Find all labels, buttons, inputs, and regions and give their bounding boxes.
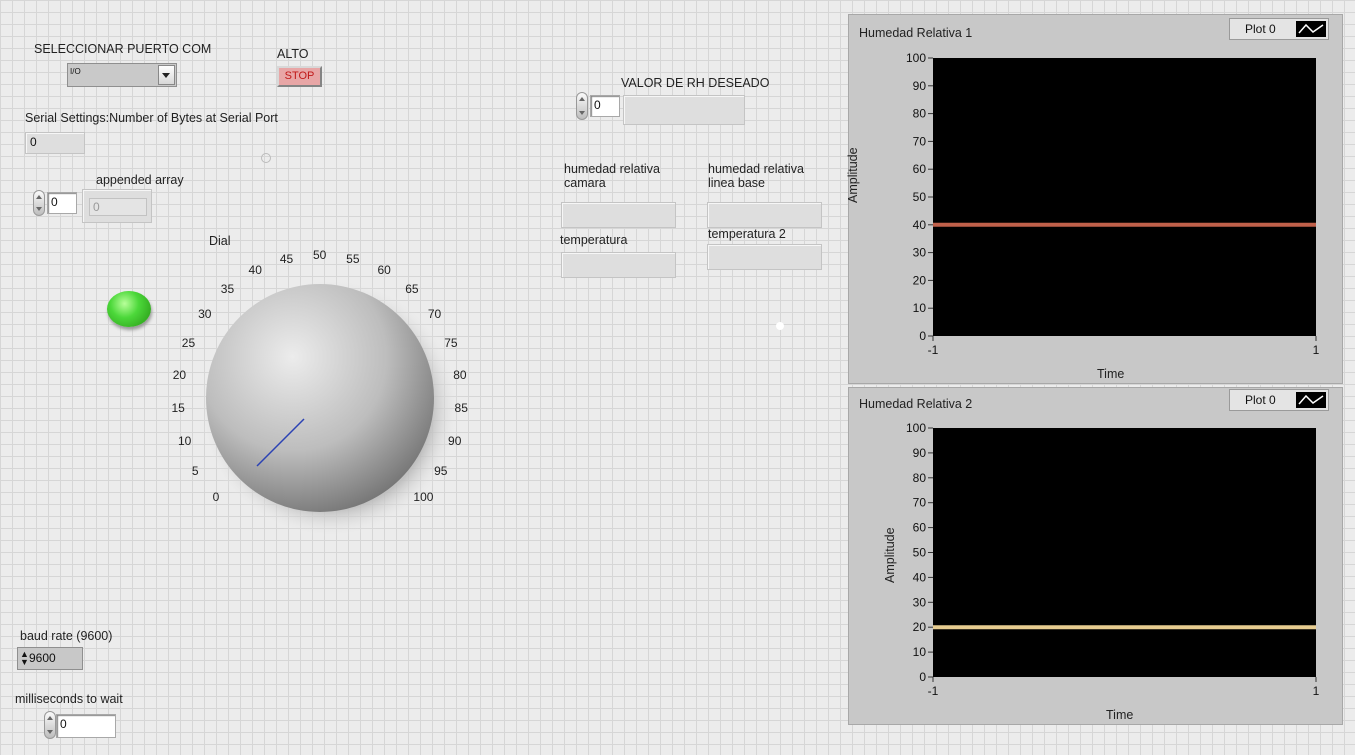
- y-tick-label: 40: [913, 570, 927, 584]
- dial-tick-label: 25: [181, 335, 196, 350]
- x-tick-label: -1: [928, 343, 939, 357]
- y-tick-label: 90: [913, 79, 927, 93]
- serial-bytes-value: 0: [25, 132, 85, 154]
- stop-label: ALTO: [277, 47, 309, 61]
- baud-rate-value: 9600: [29, 651, 56, 665]
- dial-tick-label: 30: [198, 306, 212, 321]
- dial-tick-label: 5: [191, 464, 199, 479]
- dial-tick-label: 15: [171, 401, 185, 416]
- baud-rate-label: baud rate (9600): [20, 629, 113, 643]
- hr-linea-label: humedad relativa linea base: [708, 162, 804, 190]
- x-tick-label: -1: [928, 684, 939, 698]
- appended-array-label: appended array: [96, 173, 184, 187]
- dial-tick-label: 40: [248, 263, 262, 278]
- rh-setpoint-display: [623, 95, 745, 125]
- io-icon: I/O: [70, 67, 81, 76]
- graph-2-xlabel: Time: [1106, 708, 1134, 722]
- array-index-input[interactable]: 0: [47, 192, 77, 214]
- y-tick-label: 0: [919, 670, 926, 684]
- y-tick-label: 50: [913, 190, 927, 204]
- temp2-label: temperatura 2: [708, 227, 786, 241]
- hr-camara-label: humedad relativa camara: [564, 162, 660, 190]
- y-tick-label: 20: [913, 273, 927, 287]
- graph-2-plot[interactable]: 0 10 20 30 40 50 60 70 80 90 100 -1 1: [849, 388, 1344, 726]
- x-tick-label: 1: [1313, 343, 1320, 357]
- stop-button[interactable]: STOP: [277, 66, 322, 87]
- wait-label: milliseconds to wait: [15, 692, 123, 706]
- front-panel: { "com_port":{"label":"SELECCIONAR PUERT…: [0, 0, 1355, 755]
- hr-linea-value: [707, 202, 822, 228]
- y-tick-label: 10: [913, 301, 927, 315]
- y-tick-label: 100: [906, 421, 926, 435]
- temp1-label: temperatura: [560, 233, 628, 247]
- y-tick-label: 60: [913, 521, 927, 535]
- dial-knob[interactable]: [206, 284, 434, 512]
- dial-tick-label: 60: [377, 263, 391, 278]
- y-tick-label: 10: [913, 645, 927, 659]
- y-tick-label: 40: [913, 218, 927, 232]
- appended-array-element: 0: [89, 198, 147, 216]
- graph-1-plot[interactable]: 0 10 20 30 40 50 60 70 80 90 100 -1 1: [849, 15, 1344, 385]
- com-port-selector[interactable]: I/O: [67, 63, 177, 87]
- graph-1: Humedad Relativa 1 Plot 0 Amplitude 0 10 2…: [846, 14, 1344, 385]
- dial-tick-label: 70: [427, 306, 442, 321]
- dial-tick-label: 10: [177, 433, 192, 448]
- dial-tick-label: 65: [405, 282, 419, 297]
- y-tick-label: 50: [913, 546, 927, 560]
- plot-area: [933, 58, 1316, 336]
- graph-1-xlabel: Time: [1097, 367, 1125, 381]
- wait-spinner[interactable]: [44, 711, 56, 739]
- wait-input[interactable]: 0: [56, 714, 116, 738]
- y-tick-label: 30: [913, 246, 927, 260]
- dial-tick-label: 80: [453, 367, 467, 382]
- y-tick-label: 60: [913, 162, 927, 176]
- temp2-value: [707, 244, 822, 270]
- y-tick-label: 70: [913, 496, 927, 510]
- y-tick-label: 30: [913, 595, 927, 609]
- rh-setpoint-input[interactable]: 0: [590, 95, 620, 117]
- x-tick-label: 1: [1313, 684, 1320, 698]
- array-index-spinner[interactable]: [33, 190, 45, 216]
- com-port-label: SELECCIONAR PUERTO COM: [34, 42, 212, 56]
- rh-setpoint-spinner[interactable]: [576, 92, 588, 120]
- hr-camara-value: [561, 202, 676, 228]
- dial-tick-label: 95: [434, 464, 448, 479]
- dial-tick-label: 35: [220, 282, 235, 297]
- dial-tick-label: 90: [448, 433, 462, 448]
- y-tick-label: 0: [919, 329, 926, 343]
- status-led: [107, 291, 151, 327]
- y-tick-label: 70: [913, 134, 927, 148]
- dial-tick-label: 75: [444, 335, 458, 350]
- dial-tick-label: 20: [172, 367, 187, 382]
- dial-tick-label: 100: [413, 490, 434, 505]
- white-dot-icon: [776, 322, 784, 330]
- y-tick-label: 80: [913, 471, 927, 485]
- plot-area: [933, 428, 1316, 677]
- serial-bytes-label: Serial Settings:Number of Bytes at Seria…: [25, 111, 278, 125]
- dial-tick-label: 45: [279, 251, 294, 266]
- y-tick-label: 80: [913, 107, 927, 121]
- y-tick-label: 90: [913, 446, 927, 460]
- dropdown-button[interactable]: [158, 65, 175, 85]
- dial-tick-label: 55: [346, 251, 360, 266]
- chevron-down-icon: [162, 73, 170, 78]
- dial-tick-label: 0: [212, 490, 220, 505]
- y-tick-label: 100: [906, 51, 926, 65]
- dial-tick-label: 85: [454, 401, 468, 416]
- small-dot-icon: [261, 153, 271, 163]
- graph-2: Humedad Relativa 2 Plot 0 Amplitude 0 10 2…: [848, 387, 1343, 725]
- temp1-value: [561, 252, 676, 278]
- rh-setpoint-label: VALOR DE RH DESEADO: [621, 76, 770, 90]
- y-tick-label: 20: [913, 620, 927, 634]
- baud-rate-ring[interactable]: ▲ ▼ 9600: [17, 647, 83, 670]
- appended-array-frame: 0: [82, 189, 152, 223]
- baud-rate-spinner-icon: ▲ ▼: [20, 649, 29, 667]
- dial-tick-label: 50: [313, 248, 327, 262]
